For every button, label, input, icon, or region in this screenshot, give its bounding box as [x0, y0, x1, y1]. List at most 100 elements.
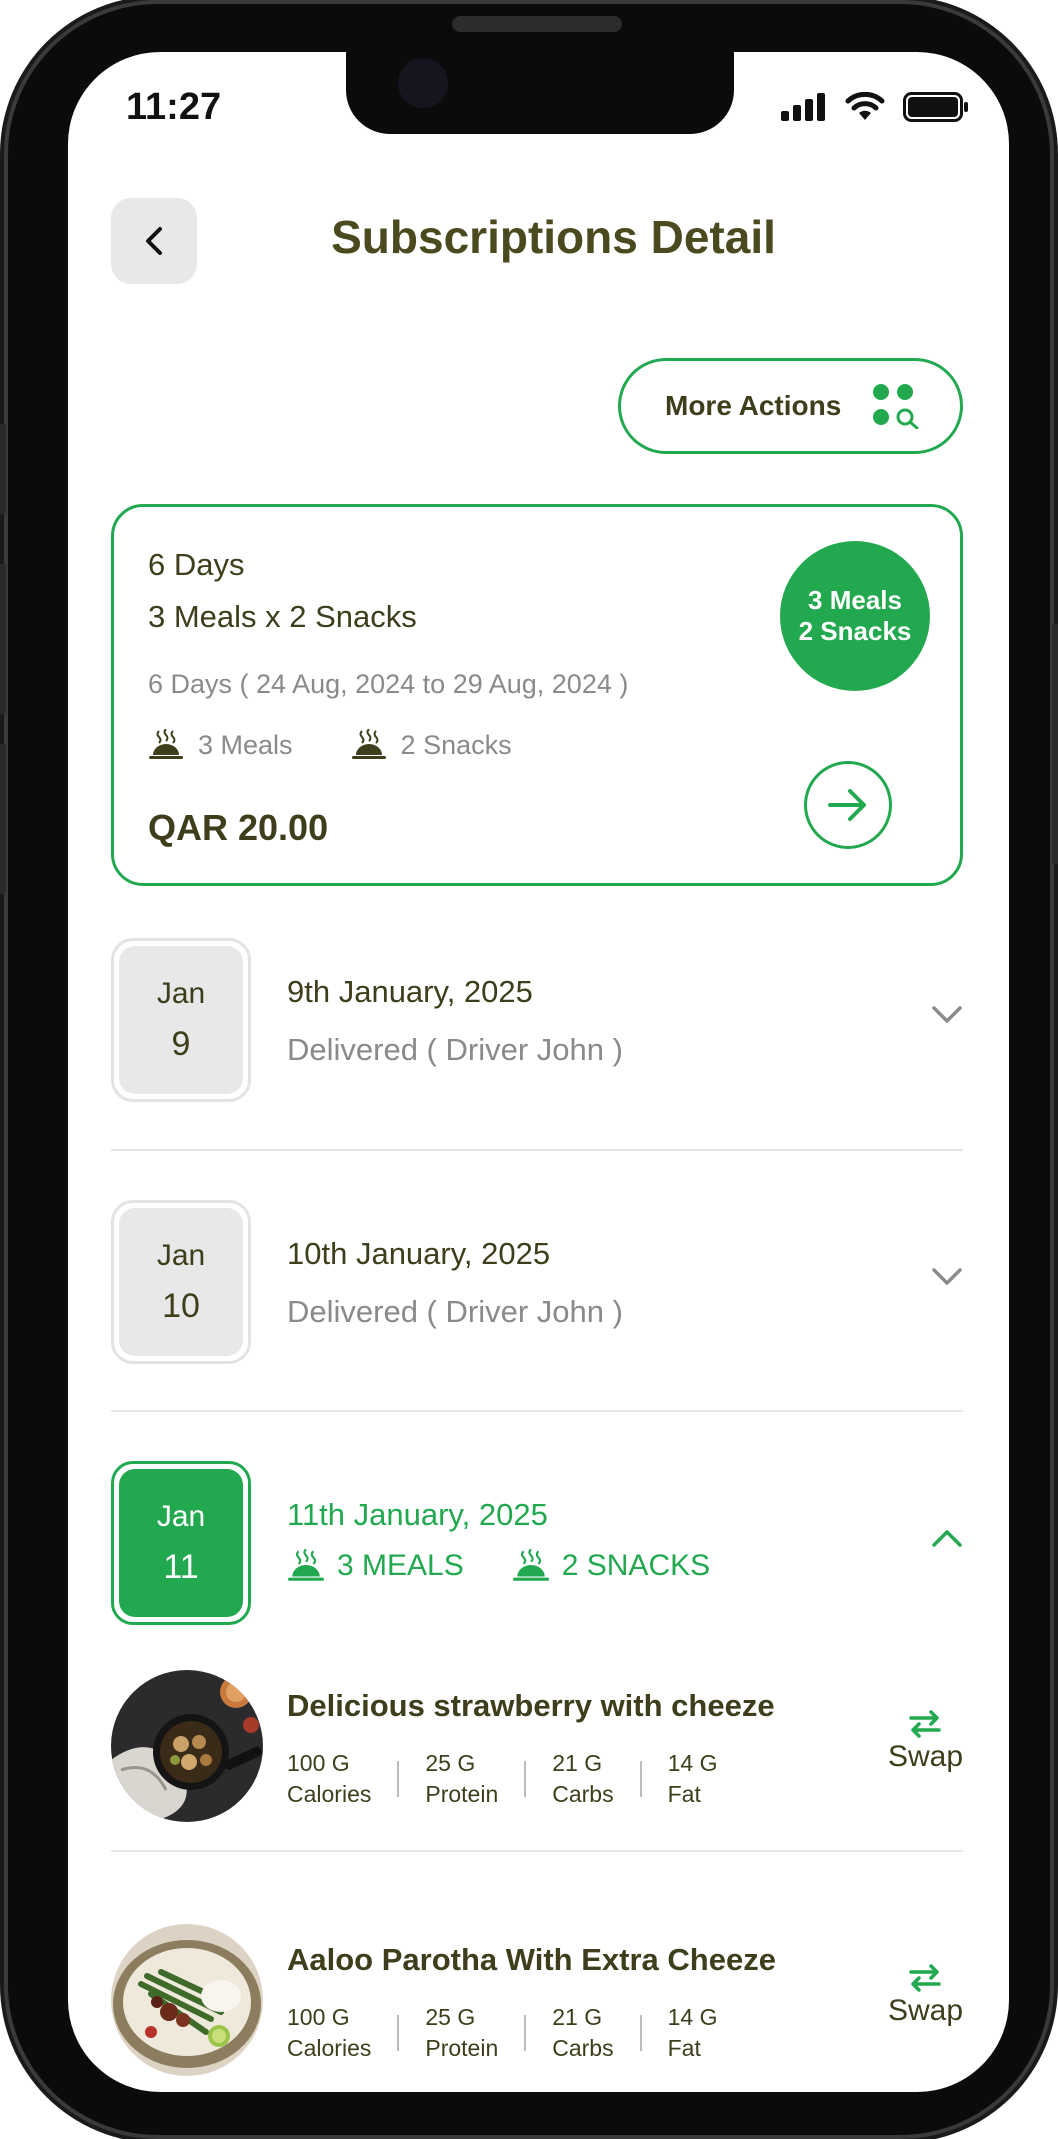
chevron-down-icon[interactable] [931, 1266, 963, 1288]
date-box: Jan 10 [111, 1200, 251, 1364]
meal-name: Aaloo Parotha With Extra Cheeze [287, 1942, 776, 1977]
meals-tag: 3 MEALS [337, 1549, 464, 1582]
swap-label: Swap [887, 1994, 963, 2027]
mute-switch [0, 424, 6, 514]
protein-value: 25 G [425, 1750, 476, 1776]
day-row[interactable]: Jan 10 10th January, 2025 Delivered ( Dr… [111, 1200, 963, 1368]
status-icons [781, 92, 969, 122]
date-day: 9 [171, 1024, 191, 1063]
divider [111, 1850, 963, 1852]
swap-label: Swap [887, 1740, 963, 1773]
plan-badge: 3 Meals 2 Snacks [780, 541, 930, 691]
date-box: Jan 9 [111, 938, 251, 1102]
carbs: 21 G Carbs [552, 1748, 613, 1810]
date-month: Jan [156, 976, 206, 1010]
nutrition-separator [524, 1761, 527, 1797]
date-day: 11 [163, 1547, 199, 1586]
fat-value: 14 G [667, 1750, 718, 1776]
date-box-selected: Jan 11 [111, 1461, 251, 1625]
cloche-icon [351, 729, 386, 759]
plan-days: 6 Days [148, 547, 245, 582]
plan-meals-count: 3 Meals [198, 729, 293, 760]
day-title: 11th January, 2025 [287, 1497, 548, 1532]
calories-label: Calories [287, 2035, 372, 2061]
cloche-icon [288, 1549, 324, 1581]
nutrition-info: 100 G Calories 25 G Protein 21 G Carbs 14 G… [287, 1748, 717, 1810]
calories: 100 G Calories [287, 2002, 371, 2064]
protein-value: 25 G [425, 2004, 476, 2030]
date-month: Jan [156, 1499, 206, 1533]
fat: 14 G Fat [668, 2002, 718, 2064]
day-title: 10th January, 2025 [287, 1236, 551, 1271]
plan-date-range: 6 Days ( 24 Aug, 2024 to 29 Aug, 2024 ) [148, 669, 629, 699]
meal-item[interactable]: Delicious strawberry with cheeze 100 G Ca… [111, 1670, 963, 1826]
carbs-value: 21 G [552, 2004, 603, 2030]
carbs-label: Carbs [552, 2035, 614, 2061]
speaker-grille [452, 16, 622, 32]
delivery-status: Delivered ( Driver John ) [287, 1032, 623, 1067]
swap-button[interactable]: Swap [888, 1964, 963, 2028]
cloche-icon [149, 729, 183, 759]
protein: 25 G Protein [425, 1748, 498, 1810]
swap-arrows-icon [909, 1964, 942, 1992]
more-actions-label: More Actions [665, 390, 842, 421]
divider [111, 1149, 963, 1151]
delivery-status: Delivered ( Driver John ) [287, 1294, 623, 1329]
plan-badge-meals: 3 Meals [808, 585, 902, 615]
grid-search-icon [873, 384, 919, 429]
screen: 11:27 Subscriptions Detail More Actions … [68, 52, 1009, 2092]
subscription-plan-card[interactable]: 6 Days 3 Meals x 2 Snacks 6 Days ( 24 Au… [111, 504, 963, 886]
nutrition-separator [639, 1761, 642, 1797]
protein: 25 G Protein [425, 2002, 498, 2064]
more-actions-button[interactable]: More Actions [618, 358, 963, 454]
day-row-expanded[interactable]: Jan 11 11th January, 2025 3 MEALS 2 SNAC… [111, 1461, 963, 1629]
carbs-label: Carbs [552, 1781, 614, 1807]
fat-label: Fat [667, 1781, 701, 1807]
notch [346, 52, 734, 134]
chevron-down-icon[interactable] [931, 1004, 963, 1026]
volume-down-button [0, 744, 6, 894]
meal-item[interactable]: Aaloo Parotha With Extra Cheeze 100 G Cal… [111, 1924, 963, 2080]
nutrition-info: 100 G Calories 25 G Protein 21 G Carbs 14 G… [287, 2002, 717, 2064]
status-time: 11:27 [126, 86, 222, 128]
arrow-right-icon [828, 789, 866, 821]
plan-price: QAR 20.00 [148, 807, 329, 848]
snacks-tag: 2 SNACKS [561, 1549, 711, 1582]
cloche-icon [512, 1549, 549, 1581]
date-month: Jan [156, 1238, 206, 1272]
power-button [1052, 624, 1058, 864]
day-title: 9th January, 2025 [287, 974, 533, 1009]
fat: 14 G Fat [668, 1748, 718, 1810]
plan-badge-snacks: 2 Snacks [798, 616, 912, 646]
wifi-icon [845, 92, 885, 120]
volume-up-button [0, 564, 6, 714]
calories-label: Calories [287, 1781, 372, 1807]
plan-snacks-count: 2 Snacks [400, 729, 512, 760]
meal-image [111, 1924, 263, 2076]
signal-icon [781, 93, 825, 121]
day-row[interactable]: Jan 9 9th January, 2025 Delivered ( Driv… [111, 938, 963, 1106]
chevron-up-icon[interactable] [931, 1527, 963, 1549]
meal-image [111, 1670, 263, 1822]
swap-arrows-icon [909, 1710, 942, 1738]
plan-open-button[interactable] [804, 761, 892, 849]
swap-button[interactable]: Swap [888, 1710, 963, 1774]
carbs: 21 G Carbs [552, 2002, 613, 2064]
divider [111, 1410, 963, 1412]
front-camera [398, 58, 448, 108]
nutrition-separator [397, 1761, 400, 1797]
calories: 100 G Calories [287, 1748, 371, 1810]
calories-value: 100 G [287, 1750, 350, 1776]
protein-label: Protein [425, 2035, 499, 2061]
day-tags: 3 MEALS 2 SNACKS [287, 1549, 710, 1583]
nutrition-separator [397, 2015, 400, 2051]
plan-meals-snacks: 3 Meals x 2 Snacks [148, 599, 417, 634]
protein-label: Protein [425, 1781, 499, 1807]
fat-label: Fat [667, 2035, 701, 2061]
plan-counts: 3 Meals 2 Snacks [148, 729, 512, 761]
meal-name: Delicious strawberry with cheeze [287, 1688, 775, 1723]
carbs-value: 21 G [552, 1750, 603, 1776]
fat-value: 14 G [667, 2004, 718, 2030]
nutrition-separator [524, 2015, 527, 2051]
nutrition-separator [639, 2015, 642, 2051]
